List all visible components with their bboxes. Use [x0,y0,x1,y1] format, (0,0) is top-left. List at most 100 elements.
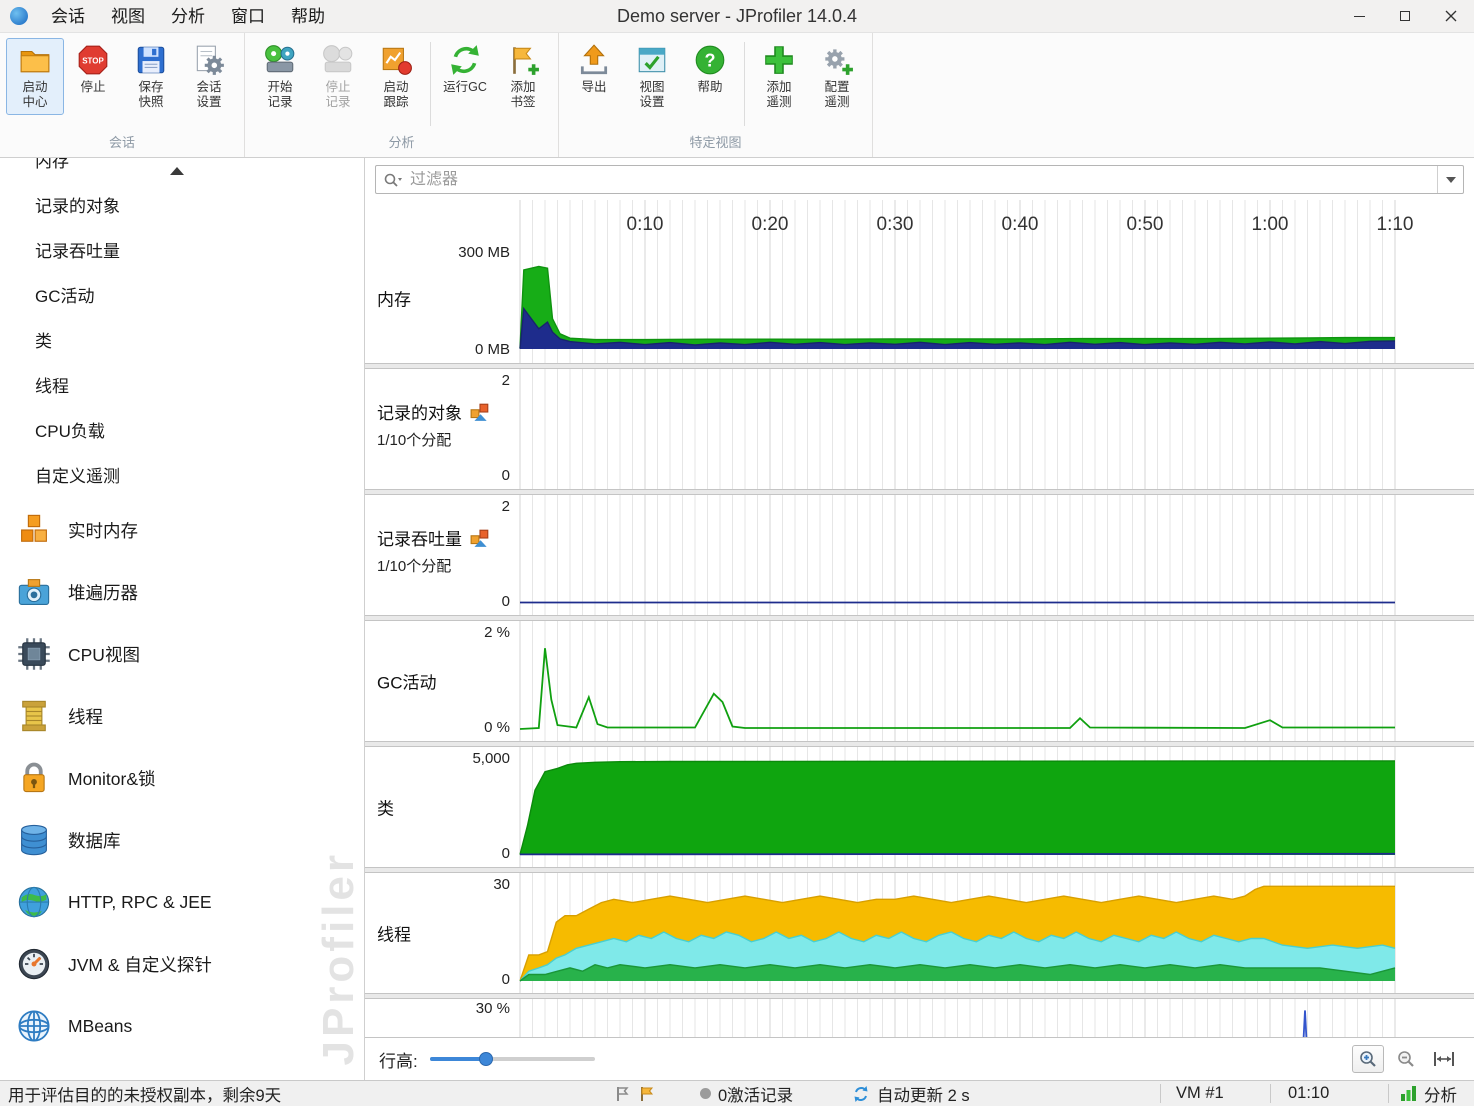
record-allocations-icon[interactable] [470,528,490,548]
menu-analyze[interactable]: 分析 [158,0,218,33]
sidebar-item-classes[interactable]: 类 [0,319,364,364]
statusbar-separator [1270,1084,1271,1103]
sidebar-item-live-memory[interactable]: 实时内存 [0,499,364,561]
monitor-lock-icon [23,762,45,793]
auto-update-icon [854,1085,868,1102]
svg-text:?: ? [704,50,715,70]
save-snapshot-icon [137,46,165,74]
sidebar-item-http-rpc-jee[interactable]: HTTP, RPC & JEE [0,871,364,933]
sidebar-item-monitors-locks[interactable]: Monitor&锁 [0,747,364,809]
toolbar-group-specific-views: 导出 视图 设置 ? 帮助 添加 遥测 配置 遥测 特定视图 [559,33,873,157]
stop-icon: STOP [78,45,108,75]
maximize-button[interactable] [1382,0,1428,32]
svg-text:0:30: 0:30 [877,214,914,235]
export-button[interactable]: 导出 [565,38,623,100]
toolbar-group-label-session: 会话 [108,135,135,150]
export-icon [580,44,608,75]
menu-help[interactable]: 帮助 [278,0,338,33]
start-center-button[interactable]: 启动 中心 [6,38,64,115]
classes-chart[interactable] [519,747,1396,867]
add-bookmark-button[interactable]: 添加 书签 [494,38,552,115]
zoom-in-icon [1360,1051,1376,1067]
previous-bookmark-icon[interactable] [612,1085,630,1103]
threads-chart[interactable] [519,873,1396,993]
sidebar-item-mbeans[interactable]: MBeans [0,995,364,1057]
save-snapshot-button[interactable]: 保存 快照 [122,38,180,115]
sidebar-item-threads[interactable]: 线程 [0,685,364,747]
y-max-label: 300 MB [458,244,510,261]
stop-recording-button: 停止 记录 [309,38,367,115]
recording-state-icon [700,1088,711,1099]
stop-button[interactable]: STOP 停止 [64,38,122,100]
recorded-throughput-chart[interactable] [519,495,1396,615]
y-min-label: 0 [501,845,510,862]
fit-to-window-button[interactable] [1428,1045,1460,1073]
minimize-button[interactable] [1336,0,1382,32]
sidebar-item-recorded-throughput[interactable]: 记录吞吐量 [0,229,364,274]
session-settings-button[interactable]: 会话 设置 [180,38,238,115]
toolbar-group-analyze: 开始 记录 停止 记录 启动 跟踪 运行GC 添加 书签 分析 [245,33,559,157]
sidebar-item-gc-activity[interactable]: GC活动 [0,274,364,319]
statusbar-separator [1160,1084,1161,1103]
row-height-label: 行高: [379,1051,418,1071]
cpu-views-icon [18,638,50,670]
database-icon [21,824,47,856]
row-height-slider[interactable] [429,1051,595,1067]
sidebar-item-jvm-probes[interactable]: JVM & 自定义探针 [0,933,364,995]
mbeans-globe-icon [18,1010,50,1042]
view-settings-icon [638,47,666,73]
help-button[interactable]: ? 帮助 [681,38,739,100]
add-bookmark-icon [513,47,539,75]
minimize-icon [1353,15,1365,17]
filter-combo[interactable] [375,165,1464,194]
start-tracking-button[interactable]: 启动 跟踪 [367,38,425,115]
telemetry-row-classes[interactable]: 5,000 类 0 [365,746,1474,868]
svg-text:STOP: STOP [82,57,104,66]
scroll-up-icon[interactable] [170,167,184,175]
slider-thumb[interactable] [478,1052,493,1066]
title-bar: 会话 视图 分析 窗口 帮助 Demo server - JProfiler 1… [0,0,1474,33]
run-gc-button[interactable]: 运行GC [436,38,494,100]
filter-row [365,158,1474,200]
heap-walker-icon [18,579,50,605]
sidebar-item-cpu-views[interactable]: CPU视图 [0,623,364,685]
zoom-in-button[interactable] [1352,1045,1384,1073]
recorded-objects-chart[interactable] [519,369,1396,489]
configure-telemetry-icon [825,49,853,75]
sidebar-item-memory-telemetry[interactable]: 内存 [0,158,364,184]
y-min-label: 0 [501,467,510,484]
filter-input[interactable] [410,170,1437,189]
telemetry-row-cpu-load[interactable]: 30 % [365,998,1474,1038]
auto-update-status[interactable]: 自动更新 2 s [852,1081,970,1106]
telemetry-row-gc-activity[interactable]: 2 % GC活动 0 % [365,620,1474,742]
memory-chart[interactable]: 0:10 0:20 0:30 0:40 0:50 1:00 1:10 [519,200,1413,363]
cpu-load-chart[interactable] [519,999,1396,1037]
menu-view[interactable]: 视图 [98,0,158,33]
sidebar-item-recorded-objects[interactable]: 记录的对象 [0,184,364,229]
y-min-label: 0 % [484,719,510,736]
sidebar-item-heap-walker[interactable]: 堆遍历器 [0,561,364,623]
search-icon[interactable] [376,172,410,188]
start-recording-button[interactable]: 开始 记录 [251,38,309,115]
sidebar-item-cpu-load[interactable]: CPU负载 [0,409,364,454]
telemetry-row-recorded-objects[interactable]: 2 记录的对象 1/10个分配 0 [365,368,1474,490]
menu-session[interactable]: 会话 [38,0,98,33]
y-max-label: 2 % [484,624,510,641]
filter-dropdown-button[interactable] [1437,166,1463,193]
sidebar-item-custom-telemetry[interactable]: 自定义遥测 [0,454,364,499]
bookmark-icon[interactable] [637,1085,655,1103]
add-telemetry-button[interactable]: 添加 遥测 [750,38,808,115]
sidebar-item-threads-telemetry[interactable]: 线程 [0,364,364,409]
sidebar-item-databases[interactable]: 数据库 [0,809,364,871]
view-settings-button[interactable]: 视图 设置 [623,38,681,115]
active-recordings-status[interactable]: 0激活记录 [700,1081,793,1106]
record-allocations-icon[interactable] [470,402,490,422]
gc-activity-chart[interactable] [519,621,1396,741]
telemetry-row-recorded-throughput[interactable]: 2 记录吞吐量 1/10个分配 0 [365,494,1474,616]
zoom-out-button[interactable] [1390,1045,1422,1073]
menu-window[interactable]: 窗口 [218,0,278,33]
telemetry-row-memory[interactable]: 300 MB 内存 0 MB 0:10 0:20 0:30 0:40 0:50 1:00 1… [365,200,1474,364]
close-button[interactable] [1428,0,1474,32]
telemetry-row-threads[interactable]: 30 线程 0 [365,872,1474,994]
configure-telemetry-button[interactable]: 配置 遥测 [808,38,866,115]
